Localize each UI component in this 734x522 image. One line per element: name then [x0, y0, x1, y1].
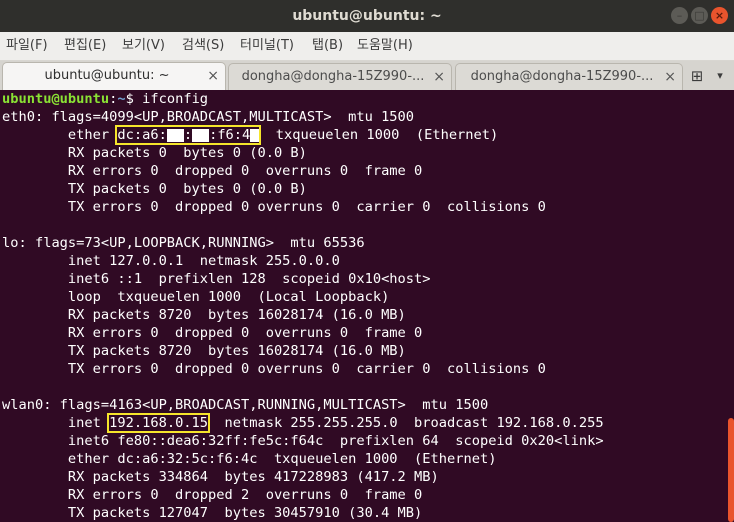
- wlan0-ip-highlight: 192.168.0.15: [107, 413, 211, 433]
- redacted-block: [166, 128, 184, 142]
- redacted-block: [250, 128, 260, 142]
- tab-close-icon[interactable]: ×: [207, 63, 219, 89]
- title-bar[interactable]: ubuntu@ubuntu: ~ – □ ×: [0, 0, 734, 32]
- mac-part: :f6:4: [209, 127, 251, 143]
- prompt-line: ubuntu@ubuntu:~$ ifconfig: [2, 90, 208, 108]
- wlan0-rx-packets: RX packets 334864 bytes 417228983 (417.2…: [2, 469, 439, 485]
- terminal-output[interactable]: ubuntu@ubuntu:~$ ifconfig eth0: flags=40…: [0, 90, 734, 522]
- close-button[interactable]: ×: [711, 7, 728, 24]
- menu-tabs[interactable]: 탭(B): [312, 32, 343, 60]
- eth0-tx-packets: TX packets 0 bytes 0 (0.0 B): [2, 181, 307, 197]
- ether-prefix: ether: [2, 127, 118, 143]
- tab-close-icon[interactable]: ×: [664, 64, 676, 90]
- eth0-mac-highlight: dc:a6:: :f6:4: [115, 125, 262, 145]
- menu-file[interactable]: 파일(F): [6, 32, 48, 60]
- lo-loop: loop txqueuelen 1000 (Local Loopback): [2, 289, 390, 305]
- tab-close-icon[interactable]: ×: [433, 64, 445, 90]
- terminal-window: ubuntu@ubuntu: ~ – □ × 파일(F) 편집(E) 보기(V)…: [0, 0, 734, 522]
- redacted-block: [192, 128, 210, 142]
- menu-bar: 파일(F) 편집(E) 보기(V) 검색(S) 터미널(T) 탭(B) 도움말(…: [0, 32, 734, 61]
- tab-label: ubuntu@ubuntu: ~: [44, 68, 170, 83]
- lo-tx-errors: TX errors 0 dropped 0 overruns 0 carrier…: [2, 361, 546, 377]
- maximize-button[interactable]: □: [691, 7, 708, 24]
- ether-suffix: txqueuelen 1000 (Ethernet): [259, 127, 499, 143]
- prompt-symbol: $: [125, 91, 143, 107]
- wlan0-inet-line: inet 192.168.0.15 netmask 255.255.255.0 …: [2, 413, 604, 433]
- prompt-command: ifconfig: [142, 91, 209, 107]
- tab-ubuntu[interactable]: ubuntu@ubuntu: ~ ×: [2, 62, 226, 91]
- terminal-scrollbar[interactable]: [728, 418, 734, 522]
- menu-edit[interactable]: 편집(E): [64, 32, 106, 60]
- menu-terminal[interactable]: 터미널(T): [240, 32, 294, 60]
- tab-dongha-2[interactable]: dongha@dongha-15Z990-... ×: [455, 63, 683, 90]
- tab-dongha-1[interactable]: dongha@dongha-15Z990-... ×: [228, 63, 452, 90]
- menu-search[interactable]: 검색(S): [182, 32, 224, 60]
- tab-bar: ubuntu@ubuntu: ~ × dongha@dongha-15Z990-…: [0, 61, 734, 91]
- prompt-path: ~: [117, 91, 126, 107]
- eth0-header: eth0: flags=4099<UP,BROADCAST,MULTICAST>…: [2, 109, 415, 125]
- lo-inet: inet 127.0.0.1 netmask 255.0.0.0: [2, 253, 340, 269]
- menu-help[interactable]: 도움말(H): [357, 32, 413, 60]
- lo-header: lo: flags=73<UP,LOOPBACK,RUNNING> mtu 65…: [2, 235, 365, 251]
- lo-rx-errors: RX errors 0 dropped 0 overruns 0 frame 0: [2, 325, 423, 341]
- new-tab-icon[interactable]: ⊞: [688, 67, 706, 85]
- lo-tx-packets: TX packets 8720 bytes 16028174 (16.0 MB): [2, 343, 406, 359]
- mac-part: dc:a6:: [117, 127, 167, 143]
- wlan0-rx-errors: RX errors 0 dropped 2 overruns 0 frame 0: [2, 487, 423, 503]
- wlan0-inet6: inet6 fe80::dea6:32ff:fe5c:f64c prefixle…: [2, 433, 604, 449]
- window-title: ubuntu@ubuntu: ~: [292, 8, 442, 24]
- menu-view[interactable]: 보기(V): [122, 32, 165, 60]
- inet-prefix: inet: [2, 415, 110, 431]
- inet-suffix: netmask 255.255.255.0 broadcast 192.168.…: [208, 415, 604, 431]
- minimize-button[interactable]: –: [671, 7, 688, 24]
- eth0-tx-errors: TX errors 0 dropped 0 overruns 0 carrier…: [2, 199, 546, 215]
- eth0-rx-packets: RX packets 0 bytes 0 (0.0 B): [2, 145, 307, 161]
- tab-label: dongha@dongha-15Z990-...: [241, 69, 425, 84]
- eth0-rx-errors: RX errors 0 dropped 0 overruns 0 frame 0: [2, 163, 423, 179]
- tab-menu-chevron-icon[interactable]: ▾: [712, 67, 728, 85]
- wlan0-tx-packets: TX packets 127047 bytes 30457910 (30.4 M…: [2, 505, 423, 521]
- eth0-ether-line: ether dc:a6:: :f6:4 txqueuelen 1000 (Ethe…: [2, 125, 499, 145]
- wlan0-header: wlan0: flags=4163<UP,BROADCAST,RUNNING,M…: [2, 397, 489, 413]
- lo-inet6: inet6 ::1 prefixlen 128 scopeid 0x10<hos…: [2, 271, 431, 287]
- prompt-user: ubuntu@ubuntu: [2, 91, 110, 107]
- wlan0-ether: ether dc:a6:32:5c:f6:4c txqueuelen 1000 …: [2, 451, 497, 467]
- tab-label: dongha@dongha-15Z990-...: [470, 69, 654, 84]
- mac-part: :: [183, 127, 193, 143]
- lo-rx-packets: RX packets 8720 bytes 16028174 (16.0 MB): [2, 307, 406, 323]
